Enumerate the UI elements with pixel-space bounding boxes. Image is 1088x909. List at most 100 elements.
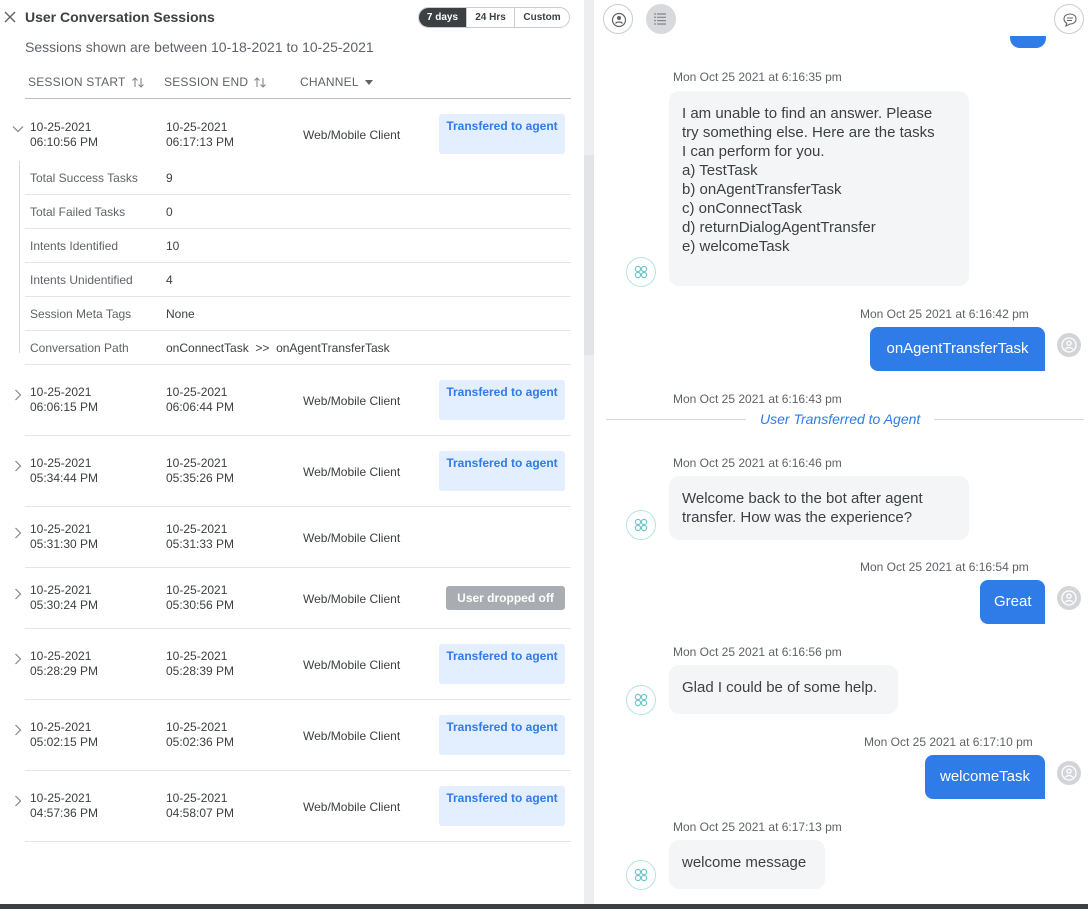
column-session-start-label: SESSION START — [28, 75, 126, 89]
session-end-date: 10-25-2021 — [166, 522, 228, 536]
detail-row: Total Success Tasks 9 — [25, 161, 571, 195]
session-start-time: 05:02:15 PM — [30, 735, 99, 749]
panel-splitter[interactable] — [584, 0, 594, 904]
session-end-time: 05:35:26 PM — [166, 471, 235, 485]
sort-icon[interactable] — [131, 76, 145, 89]
transcript-view-button[interactable] — [646, 4, 676, 34]
session-start-time: 04:57:36 PM — [30, 806, 99, 820]
session-end-time: 06:06:44 PM — [166, 400, 235, 414]
header-divider — [25, 98, 571, 99]
column-session-end-label: SESSION END — [164, 75, 249, 89]
column-session-end[interactable]: SESSION END — [164, 75, 267, 89]
bot-icon — [634, 868, 648, 882]
row-divider — [25, 567, 571, 568]
row-divider — [25, 699, 571, 700]
message-line: b) onAgentTransferTask — [682, 181, 842, 198]
session-start-date: 10-25-2021 — [30, 583, 92, 597]
range-24-hrs-button[interactable]: 24 Hrs — [467, 8, 515, 27]
detail-row: Conversation Path onConnectTask >> onAge… — [25, 331, 571, 365]
conversation-path: onConnectTask >> onAgentTransferTask — [166, 341, 390, 355]
message-timestamp: Mon Oct 25 2021 at 6:16:56 pm — [673, 645, 842, 659]
bot-avatar — [626, 860, 656, 890]
detail-label: Conversation Path — [30, 341, 129, 355]
message-line: e) welcomeTask — [682, 238, 790, 255]
session-start-date: 10-25-2021 — [30, 120, 92, 134]
user-message: onAgentTransferTask — [870, 327, 1045, 371]
close-icon[interactable] — [3, 9, 17, 25]
session-end-date: 10-25-2021 — [166, 649, 228, 663]
message-timestamp: Mon Oct 25 2021 at 6:16:54 pm — [860, 560, 1029, 574]
chevron-down-icon[interactable] — [12, 123, 24, 135]
session-end-date: 10-25-2021 — [166, 720, 228, 734]
user-message: Great — [980, 580, 1045, 624]
session-channel: Web/Mobile Client — [303, 658, 401, 672]
user-info-button[interactable] — [603, 4, 633, 34]
chevron-right-icon[interactable] — [12, 460, 24, 472]
user-message: welcomeTask — [925, 755, 1045, 799]
splitter-grip[interactable] — [584, 155, 594, 355]
user-icon — [1061, 765, 1077, 781]
chevron-right-icon[interactable] — [12, 653, 24, 665]
bot-avatar — [626, 685, 656, 715]
session-end-date: 10-25-2021 — [166, 120, 228, 134]
caret-down-icon[interactable] — [364, 79, 373, 85]
message-line: Welcome back to the bot after agent — [682, 490, 923, 507]
message-timestamp: Mon Oct 25 2021 at 6:17:10 pm — [864, 735, 1033, 749]
chat-settings-button[interactable] — [1054, 4, 1084, 34]
message-line: transfer. How was the experience? — [682, 509, 913, 526]
message-timestamp: Mon Oct 25 2021 at 6:16:42 pm — [860, 307, 1029, 321]
chevron-right-icon[interactable] — [12, 795, 24, 807]
detail-row: Total Failed Tasks 0 — [25, 195, 571, 229]
detail-value: 4 — [166, 273, 173, 287]
detail-value: 0 — [166, 205, 173, 219]
list-icon — [654, 13, 666, 25]
message-line: d) returnDialogAgentTransfer — [682, 219, 876, 236]
range-custom-button[interactable]: Custom — [515, 8, 569, 27]
row-divider — [25, 364, 571, 365]
bot-avatar — [626, 257, 656, 287]
detail-label: Total Failed Tasks — [30, 205, 126, 219]
session-start-date: 10-25-2021 — [30, 791, 92, 805]
chevron-right-icon[interactable] — [12, 724, 24, 736]
row-divider — [25, 841, 571, 842]
session-end-time: 05:31:33 PM — [166, 537, 235, 551]
status-badge: Transfered to agent — [439, 380, 565, 420]
column-channel[interactable]: CHANNEL — [300, 75, 373, 89]
window-bottom-edge — [0, 904, 1088, 909]
chevron-right-icon[interactable] — [12, 527, 24, 539]
session-start-time: 06:10:56 PM — [30, 135, 99, 149]
detail-row: Session Meta Tags None — [25, 297, 571, 331]
session-start-time: 05:31:30 PM — [30, 537, 99, 551]
column-session-start[interactable]: SESSION START — [28, 75, 145, 89]
status-badge: User dropped off — [446, 586, 565, 610]
sessions-panel: User Conversation Sessions 7 days 24 Hrs… — [0, 0, 584, 904]
detail-value: None — [166, 307, 195, 321]
chevron-right-icon[interactable] — [12, 389, 24, 401]
detail-value: 10 — [166, 239, 180, 253]
session-range-subtitle: Sessions shown are between 10-18-2021 to… — [25, 39, 374, 55]
user-avatar — [1057, 333, 1081, 357]
chevron-right-icon[interactable] — [12, 588, 24, 600]
date-range-toggle: 7 days 24 Hrs Custom — [418, 7, 570, 28]
bot-message: Welcome back to the bot after agent tran… — [669, 476, 969, 540]
sort-icon[interactable] — [253, 76, 267, 89]
session-end-time: 05:02:36 PM — [166, 735, 235, 749]
row-divider — [25, 770, 571, 771]
user-icon — [1061, 590, 1077, 606]
session-end-time: 05:30:56 PM — [166, 598, 235, 612]
range-7-days-button[interactable]: 7 days — [419, 8, 467, 27]
session-end-date: 10-25-2021 — [166, 456, 228, 470]
row-divider — [25, 628, 571, 629]
session-channel: Web/Mobile Client — [303, 800, 401, 814]
chat-transcript-panel: Mon Oct 25 2021 at 6:16:35 pm I am unabl… — [594, 0, 1088, 904]
bot-icon — [634, 693, 648, 707]
message-timestamp: Mon Oct 25 2021 at 6:17:13 pm — [673, 820, 842, 834]
message-timestamp: Mon Oct 25 2021 at 6:16:35 pm — [673, 70, 842, 84]
session-channel: Web/Mobile Client — [303, 394, 401, 408]
session-channel: Web/Mobile Client — [303, 729, 401, 743]
user-avatar — [1057, 586, 1081, 610]
message-line: c) onConnectTask — [682, 200, 803, 217]
session-start-date: 10-25-2021 — [30, 522, 92, 536]
session-end-time: 05:28:39 PM — [166, 664, 235, 678]
session-end-date: 10-25-2021 — [166, 791, 228, 805]
